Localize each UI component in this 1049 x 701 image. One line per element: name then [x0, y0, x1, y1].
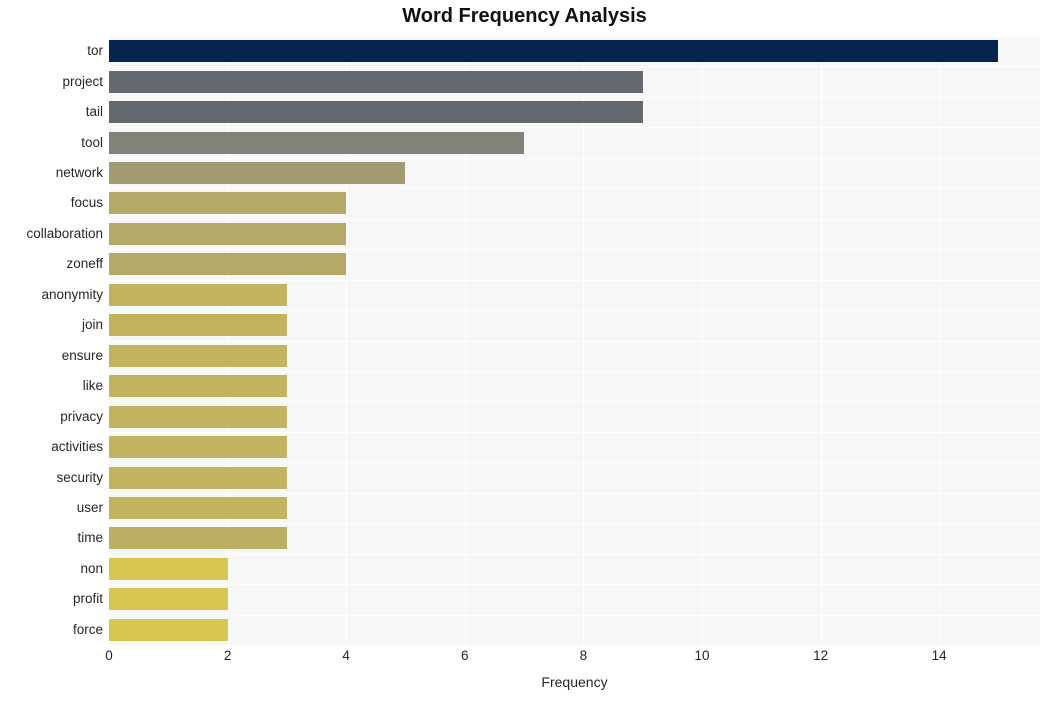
x-axis-tick-label: 14: [931, 648, 947, 663]
bar: [109, 588, 228, 611]
y-axis-tick-label: force: [72, 621, 103, 637]
y-axis-tick-label: tail: [85, 104, 103, 120]
plot-area: [109, 36, 1040, 646]
y-axis-tick-label: tor: [87, 43, 103, 59]
word-frequency-chart: Word Frequency Analysis tor project tail to…: [0, 0, 1049, 701]
bar: [109, 496, 287, 519]
y-axis-tick-label: join: [81, 317, 103, 333]
bar-series: [109, 36, 1040, 645]
x-axis-tick-label: 12: [813, 648, 829, 663]
y-axis-tick-labels: tor project tail tool network focus collaborat…: [0, 36, 103, 645]
y-axis-tick-label: privacy: [60, 408, 103, 424]
bar: [109, 283, 287, 306]
y-axis-tick-label: focus: [70, 195, 103, 211]
x-axis-tick-label: 4: [342, 648, 350, 663]
y-axis-tick-label: anonymity: [41, 286, 103, 302]
y-axis-tick-label: profit: [72, 591, 103, 607]
bar: [109, 162, 406, 185]
bar: [109, 527, 287, 550]
x-axis-tick-label: 0: [105, 648, 113, 663]
bar: [109, 375, 287, 398]
y-axis-tick-label: activities: [51, 439, 103, 455]
bar: [109, 618, 228, 641]
bar: [109, 436, 287, 459]
x-axis-tick-labels: 0 2 4 6 8 10 12 14: [0, 648, 1049, 672]
y-axis-tick-label: like: [82, 378, 103, 394]
bar: [109, 314, 287, 337]
x-axis-title: Frequency: [541, 674, 608, 690]
bar: [109, 40, 999, 63]
bar: [109, 466, 287, 489]
bar: [109, 70, 643, 93]
gridline-horizontal: [109, 645, 1040, 646]
y-axis-tick-label: non: [80, 560, 103, 576]
bar: [109, 101, 643, 124]
y-axis-tick-label: network: [55, 165, 103, 181]
x-axis-tick-label: 6: [461, 648, 469, 663]
y-axis-tick-label: project: [62, 73, 103, 89]
bar: [109, 405, 287, 428]
y-axis-tick-label: ensure: [61, 347, 103, 363]
y-axis-tick-label: security: [56, 469, 103, 485]
y-axis-tick-label: collaboration: [26, 225, 103, 241]
bar: [109, 131, 525, 154]
bar: [109, 344, 287, 367]
x-axis-tick-label: 8: [579, 648, 588, 663]
y-axis-tick-label: zoneff: [66, 256, 103, 272]
y-axis-tick-label: time: [77, 530, 103, 546]
bar: [109, 192, 347, 215]
y-axis-tick-label: user: [76, 499, 103, 515]
y-axis-tick-label: tool: [81, 134, 103, 150]
chart-title: Word Frequency Analysis: [402, 5, 647, 27]
x-axis-tick-label: 10: [694, 648, 710, 663]
bar: [109, 222, 347, 245]
bar: [109, 253, 347, 276]
bar: [109, 557, 228, 580]
x-axis-tick-label: 2: [223, 648, 232, 663]
